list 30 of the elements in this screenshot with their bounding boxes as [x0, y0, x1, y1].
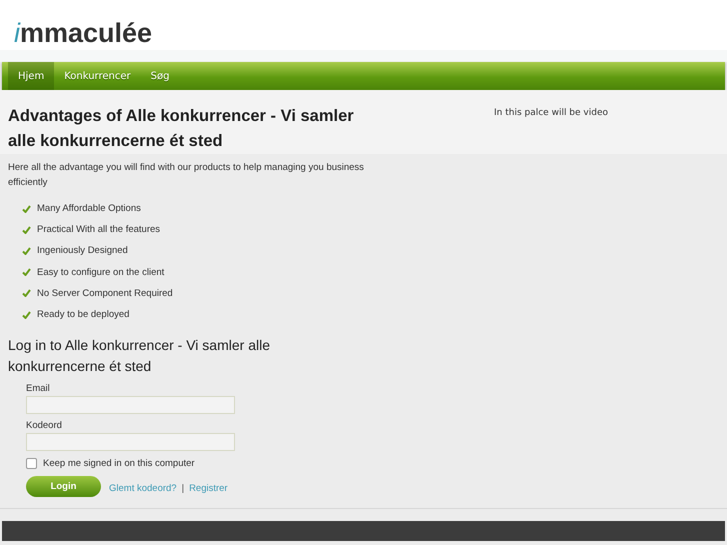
intro-text: Here all the advantage you will find with our products to help managing you business efficiently: [8, 161, 365, 190]
check-icon: [22, 246, 31, 255]
check-icon: [22, 268, 31, 276]
login-button[interactable]: Login: [26, 476, 101, 498]
check-icon: [22, 204, 31, 213]
check-icon: [22, 226, 31, 234]
advantage-text: Many Affordable Options: [37, 203, 141, 214]
logo[interactable]: immaculée: [14, 20, 152, 47]
advantage-text: Ingeniously Designed: [37, 245, 128, 256]
checkbox[interactable]: [26, 458, 37, 470]
video-placeholder-text: In this palce will be video: [494, 107, 608, 120]
check-icon: [22, 310, 31, 319]
nav-tab[interactable]: Søg: [140, 62, 180, 90]
field-label: Email: [26, 383, 51, 394]
nav-tab[interactable]: Hjem: [8, 62, 54, 90]
register-link[interactable]: Registrer: [189, 483, 228, 494]
advantage-text: Practical With all the features: [37, 224, 160, 236]
field-label: Kodeord: [26, 420, 63, 432]
nav-tab[interactable]: Konkurrencer: [54, 62, 141, 90]
check-icon: [22, 289, 31, 298]
input-field[interactable]: [26, 433, 235, 452]
advantage-text: Ready to be deployed: [37, 309, 130, 320]
checkbox-label: Keep me signed in on this computer: [43, 458, 195, 470]
page-heading: Advantages of Alle konkurrencer - Vi samler alle konkurrencerne ét sted: [8, 106, 355, 152]
forgot-password-link[interactable]: Glemt kodeord?: [109, 483, 177, 494]
separator-text: |: [182, 483, 184, 494]
input-field[interactable]: [26, 396, 235, 414]
advantage-text: No Server Component Required: [37, 288, 173, 299]
advantage-text: Easy to configure on the client: [37, 266, 164, 278]
login-heading: Log in to Alle konkurrencer - Vi samler alle konkurrencerne ét sted: [8, 336, 271, 376]
